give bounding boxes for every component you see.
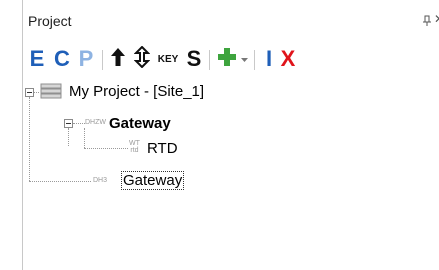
panel-title: Project [28,13,72,29]
gateway-tag: DHZW [85,119,106,126]
rtd-tag: WT rtd [129,140,140,154]
project-tree: My Project - [Site_1] DHZW Gateway WT rt… [23,78,439,270]
add-button[interactable] [216,47,238,72]
c-label: C [54,46,70,71]
tree-node-gateway[interactable]: Gateway [109,115,171,132]
i-button[interactable]: I [262,48,276,70]
panel-titlebar: Project ✕ [23,0,439,40]
pin-icon[interactable] [422,14,432,26]
gateway2-tag: DH3 [93,177,108,184]
toolbar-separator [254,50,255,70]
add-dropdown-button[interactable] [239,48,249,70]
tree-connector [68,128,69,146]
x-label: X [280,46,296,71]
tree-node-gateway-selected[interactable]: Gateway [121,171,185,190]
database-icon [40,83,62,104]
rtd-tag-top: WT [129,140,140,147]
plus-icon [217,47,237,72]
c-button[interactable]: C [53,48,71,70]
move-up-down-button[interactable] [133,45,151,73]
tree-connector [84,128,85,148]
close-icon[interactable]: ✕ [434,12,439,26]
e-button[interactable]: E [28,48,46,70]
key-button[interactable]: KEY [155,48,181,70]
move-up-button[interactable] [109,47,127,72]
s-label: S [186,46,202,71]
p-button[interactable]: P [77,48,95,70]
i-label: I [265,46,273,71]
tree-connector [73,123,85,124]
toolbar-separator [102,50,103,70]
tree-node-rtd[interactable]: RTD [147,140,178,157]
s-button[interactable]: S [185,48,203,70]
p-label: P [78,46,94,71]
double-arrow-icon [133,45,151,73]
key-label: KEY [157,53,179,65]
tree-connector [29,181,91,182]
root-collapse-toggle[interactable] [25,88,34,97]
rtd-tag-bottom: rtd [130,147,139,154]
tree-connector [29,97,30,181]
gateway-collapse-toggle[interactable] [64,119,73,128]
tree-connector [34,92,39,93]
tree-connector [84,148,128,149]
chevron-down-icon [240,50,248,68]
project-panel: Project ✕ E C P [22,0,439,270]
toolbar: E C P KEY S I X [23,40,439,76]
tree-node-root[interactable]: My Project - [Site_1] [69,83,204,100]
arrow-up-icon [110,47,126,72]
delete-button[interactable]: X [278,48,298,70]
toolbar-separator [209,50,210,70]
e-label: E [29,46,45,71]
